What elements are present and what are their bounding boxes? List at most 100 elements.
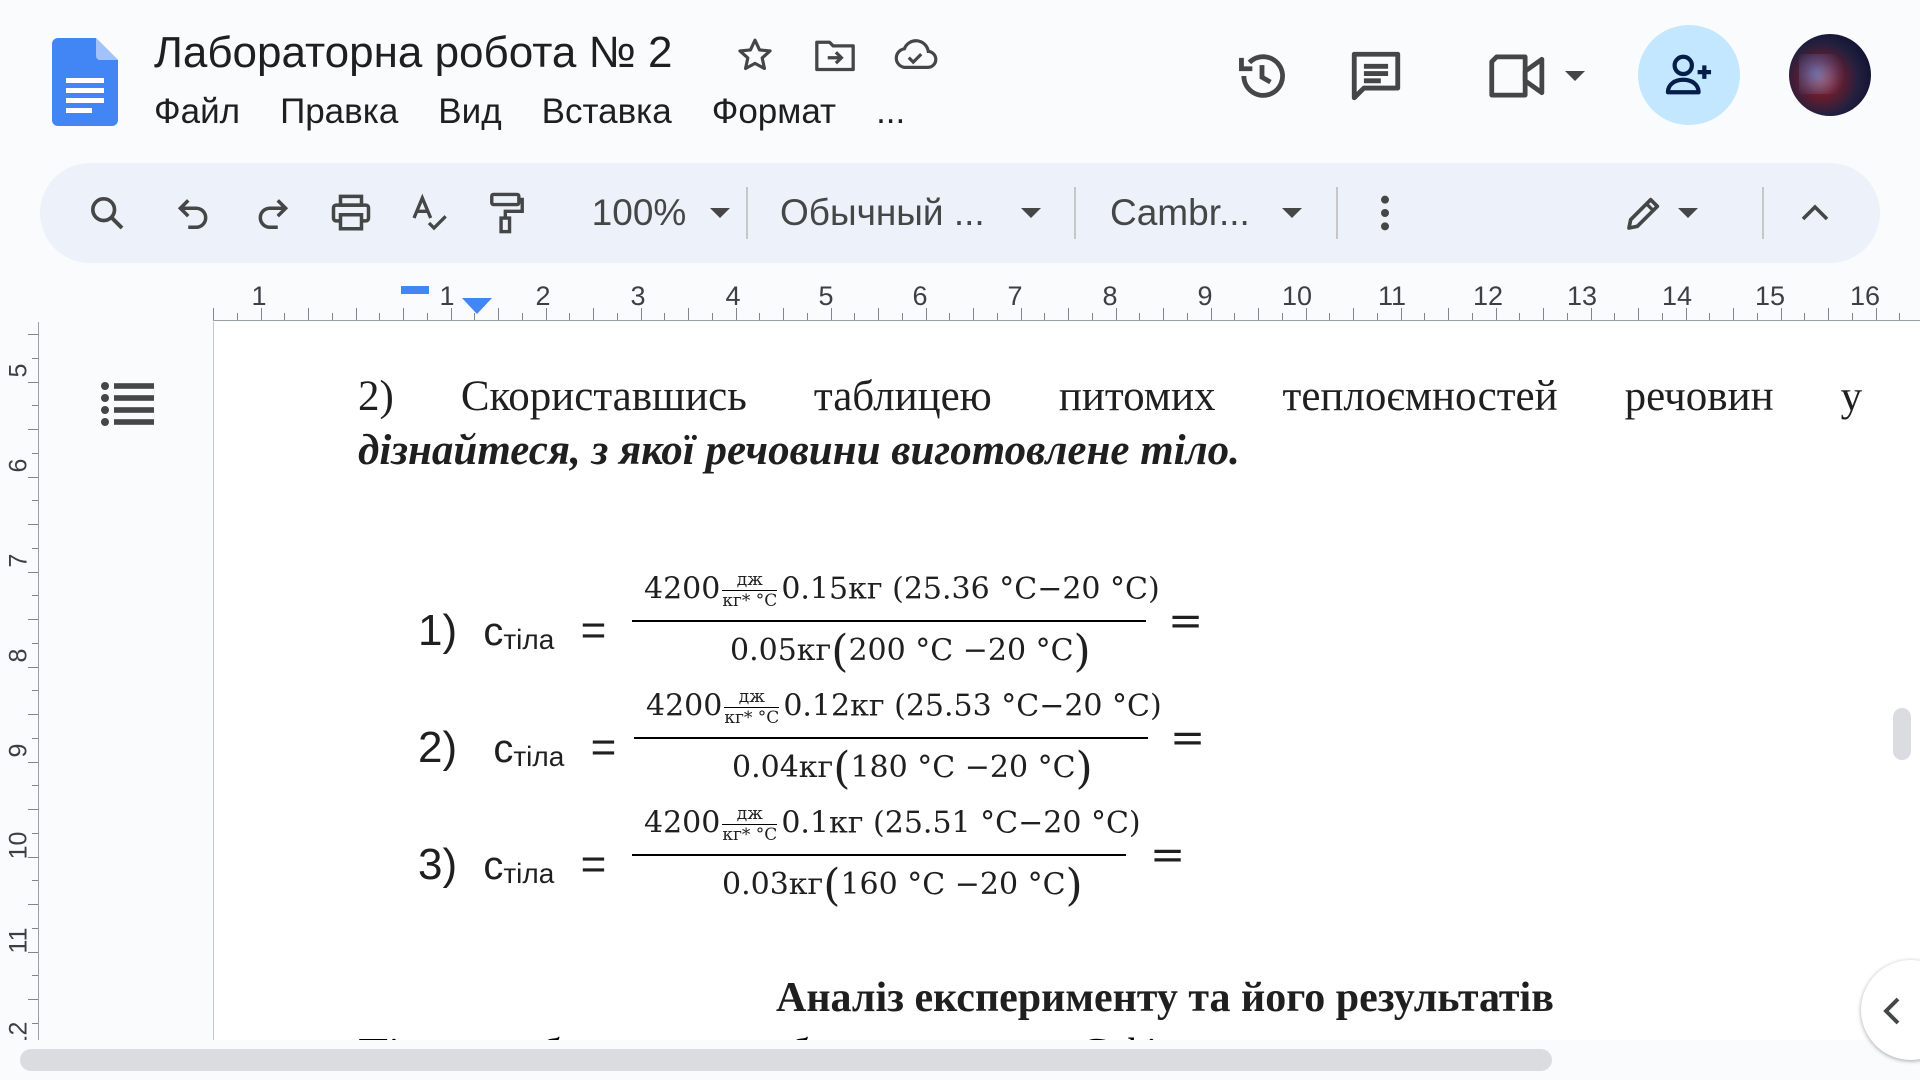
ruler-tick xyxy=(28,714,38,715)
move-to-folder-icon[interactable] xyxy=(812,32,858,78)
ruler-tick xyxy=(32,405,38,407)
menu-file[interactable]: Файл xyxy=(154,92,240,132)
word: Скориставшись xyxy=(460,373,747,420)
ruler-baseline xyxy=(38,322,39,1040)
ruler-tick xyxy=(1258,308,1259,320)
numerator: 4200 дж кг* °С 0.12кг (25.53 °С−20 °С) xyxy=(646,687,1162,728)
first-line-indent-marker[interactable] xyxy=(401,286,429,294)
menu-insert[interactable]: Вставка xyxy=(542,92,672,132)
version-history-icon[interactable] xyxy=(1222,24,1302,128)
ruler-tick xyxy=(1044,313,1046,320)
ruler-number: 7 xyxy=(1007,281,1023,311)
ruler-tick xyxy=(32,785,38,787)
menu-format[interactable]: Формат xyxy=(712,92,836,132)
ruler-tick xyxy=(759,313,761,320)
ruler-tick xyxy=(1661,313,1663,320)
ruler-tick xyxy=(308,308,309,320)
menu-view[interactable]: Вид xyxy=(438,92,501,132)
horizontal-scrollbar-thumb[interactable] xyxy=(20,1049,1552,1071)
ruler-tick xyxy=(1543,308,1544,320)
paren: ) xyxy=(1073,626,1091,677)
equation-number: 1) xyxy=(418,606,458,655)
ruler-number: 12 xyxy=(1472,281,1504,311)
ruler-tick xyxy=(28,904,38,905)
equation-label: 3) cтіла = xyxy=(418,840,606,890)
horizontal-ruler[interactable]: 1 1 2 3 4 5 6 7 8 9 10 11 12 13 14 15 16 xyxy=(0,276,1920,322)
ruler-tick xyxy=(1733,308,1734,320)
equation-equals: = xyxy=(580,840,607,889)
paragraph-line-1: 2) Скориставшись таблицею питомих теплоє… xyxy=(358,372,1920,421)
equation-subscript: тіла xyxy=(503,624,555,655)
spellcheck-icon[interactable] xyxy=(404,163,454,263)
ruler-tick xyxy=(331,313,333,320)
ruler-tick xyxy=(236,313,238,320)
vertical-scrollbar-thumb[interactable] xyxy=(1893,708,1911,760)
ruler-number: 1 xyxy=(251,281,267,311)
ruler-tick xyxy=(28,524,38,525)
chevron-down-icon xyxy=(1678,208,1698,218)
share-button[interactable] xyxy=(1638,25,1740,125)
menu-edit[interactable]: Правка xyxy=(280,92,398,132)
left-indent-marker[interactable] xyxy=(462,298,492,314)
ruler-tick xyxy=(1471,313,1473,320)
ruler-tick xyxy=(901,313,903,320)
ruler-number: 10 xyxy=(4,831,33,860)
ruler-tick xyxy=(1899,313,1901,320)
ruler-tick xyxy=(28,809,38,810)
ruler-tick xyxy=(1804,313,1806,320)
document-title[interactable]: Лабораторна робота № 2 xyxy=(154,28,672,78)
docs-logo-icon[interactable] xyxy=(52,38,118,126)
meet-icon[interactable] xyxy=(1476,24,1596,128)
denominator-mass: 0.03кг xyxy=(722,867,824,902)
star-icon[interactable] xyxy=(732,32,778,78)
document-page[interactable]: 2) Скориставшись таблицею питомих теплоє… xyxy=(214,322,1920,1040)
ruler-tick xyxy=(1091,313,1093,320)
ruler-number: 15 xyxy=(1754,281,1786,311)
unit-top: дж xyxy=(724,687,780,708)
ruler-tick xyxy=(664,313,666,320)
vertical-ruler[interactable]: 5 6 7 8 9 10 11 12 xyxy=(0,322,40,1049)
ruler-tick xyxy=(521,313,523,320)
ruler-number: 5 xyxy=(818,281,834,311)
cloud-saved-icon[interactable] xyxy=(892,32,938,78)
paragraph-line-2: дізнайтеся, з якої речовини виготовлене … xyxy=(358,427,1240,474)
ruler-tick xyxy=(783,308,784,320)
more-options-icon[interactable] xyxy=(1360,163,1410,263)
editing-mode-select[interactable] xyxy=(1606,163,1716,263)
comments-icon[interactable] xyxy=(1336,24,1416,128)
font-select[interactable]: Cambr... xyxy=(1110,163,1340,263)
undo-icon[interactable] xyxy=(168,163,218,263)
app-header: Лабораторна робота № 2 Файл Правка Вид В… xyxy=(0,0,1920,150)
menu-more[interactable]: ... xyxy=(876,92,905,132)
ruler-tick xyxy=(28,999,38,1000)
equation-equals: = xyxy=(590,723,617,772)
ruler-tick xyxy=(806,313,808,320)
print-icon[interactable] xyxy=(326,163,376,263)
equation-symbol: c xyxy=(483,610,504,654)
coefficient: 4200 xyxy=(646,688,723,724)
chevron-down-icon[interactable] xyxy=(1565,71,1585,81)
fraction-bar xyxy=(632,854,1126,856)
document-outline-icon[interactable] xyxy=(100,380,156,428)
denominator-inner: 160 °С −20 °С xyxy=(840,867,1066,902)
denominator: 0.03кг(160 °С −20 °С) xyxy=(722,860,1083,911)
equation-equals: = xyxy=(580,606,607,655)
avatar[interactable] xyxy=(1789,34,1871,116)
redo-icon[interactable] xyxy=(248,163,298,263)
toolbar-divider xyxy=(746,187,748,239)
ruler-tick xyxy=(1519,313,1521,320)
unit-fraction: дж кг* °С xyxy=(724,687,780,728)
partially-visible-line: Під час лабораторної роботи я визначав С… xyxy=(358,1030,1273,1040)
numerator-rest: 0.1кг (25.51 °С−20 °С) xyxy=(781,805,1141,841)
equation-symbol: c xyxy=(483,844,504,888)
search-icon[interactable] xyxy=(82,163,132,263)
equation-number: 2) xyxy=(418,723,458,772)
ruler-tick xyxy=(498,308,499,320)
zoom-select[interactable]: 100% xyxy=(566,163,756,263)
ruler-number: 11 xyxy=(1377,281,1407,311)
hide-menus-chevron-up-icon[interactable] xyxy=(1790,163,1840,263)
paint-format-icon[interactable] xyxy=(482,163,532,263)
denominator-inner: 180 °С −20 °С xyxy=(850,750,1076,785)
style-select[interactable]: Обычный ... xyxy=(780,163,1080,263)
zoom-value: 100% xyxy=(591,192,687,233)
